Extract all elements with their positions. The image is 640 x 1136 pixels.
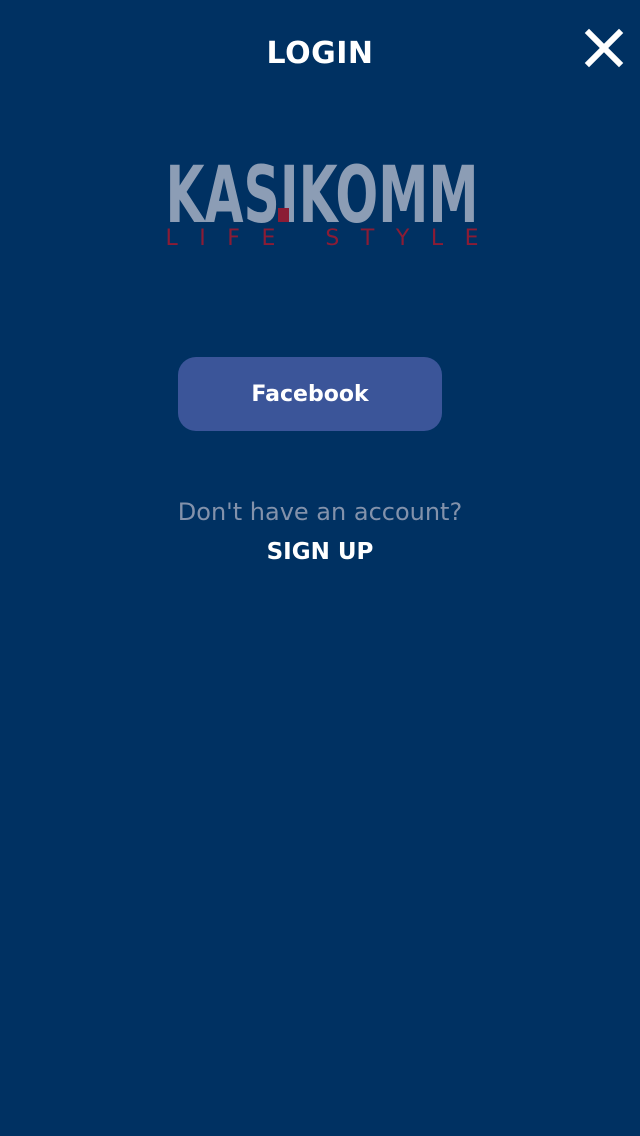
no-account-prompt: Don't have an account? bbox=[177, 498, 463, 526]
close-icon bbox=[584, 28, 624, 68]
kasikomm-logo: KASIKOMM LIFE STYLE bbox=[165, 151, 480, 252]
close-button[interactable] bbox=[580, 24, 628, 72]
page-title: LOGIN bbox=[266, 36, 374, 71]
sign-up-link[interactable]: SIGN UP bbox=[220, 534, 420, 570]
facebook-login-button[interactable]: Facebook bbox=[178, 357, 442, 431]
